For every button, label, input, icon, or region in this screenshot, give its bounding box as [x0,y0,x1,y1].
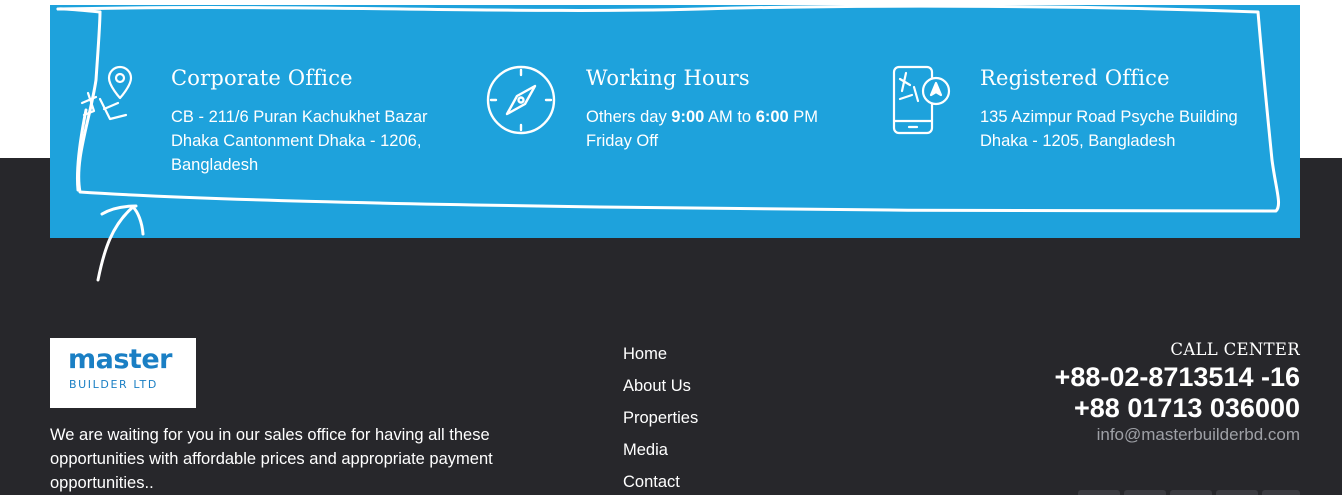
social-button[interactable] [1216,490,1258,495]
logo-wordmark: master [68,344,172,375]
hours-suffix: PM [788,108,819,126]
phone-map-icon [892,65,951,135]
hours-mid: AM to [704,108,756,126]
social-button[interactable] [1170,490,1212,495]
footer-link-properties[interactable]: Properties [623,409,698,427]
footer-link-home[interactable]: Home [623,345,667,363]
working-hours-line: Others day 9:00 AM to 6:00 PM [586,105,818,129]
call-center-phone-1[interactable]: +88-02-8713514 -16 [1055,362,1300,393]
registered-address-line-2: Dhaka - 1205, Bangladesh [980,132,1176,150]
working-hours-title: Working Hours [586,66,750,90]
info-band: Corporate Office CB - 211/6 Puran Kachuk… [50,5,1300,238]
call-center: CALL CENTER +88-02-8713514 -16 +88 01713… [1055,338,1300,447]
footer-nav-item-about: About Us [623,374,698,406]
footer-link-about[interactable]: About Us [623,377,691,395]
corporate-address-line-2: Dhaka Cantonment Dhaka - 1206, [171,132,422,150]
corporate-office-title: Corporate Office [171,66,353,90]
social-button[interactable] [1078,490,1120,495]
company-logo[interactable]: master BUILDER LTD [50,338,196,408]
call-center-email[interactable]: info@masterbuilderbd.com [1055,423,1300,447]
footer-nav-item-properties: Properties [623,406,698,438]
call-center-label: CALL CENTER [1170,340,1300,359]
call-center-phone-2[interactable]: +88 01713 036000 [1055,393,1300,424]
corporate-address-line-1: CB - 211/6 Puran Kachukhet Bazar [171,108,428,126]
footer-nav: Home About Us Properties Media Contact [623,342,698,495]
hours-open-time: 9:00 [671,108,705,126]
registered-address-line-1: 135 Azimpur Road Psyche Building [980,108,1238,126]
map-location-icon [80,65,133,121]
registered-office-title: Registered Office [980,66,1170,90]
working-hours-off-day: Friday Off [586,132,659,150]
footer-link-contact[interactable]: Contact [623,473,680,491]
hours-prefix: Others day [586,108,672,126]
footer-link-media[interactable]: Media [623,441,668,459]
corporate-address-line-3: Bangladesh [171,156,259,174]
hours-close-time: 6:00 [755,108,789,126]
footer-nav-item-home: Home [623,342,698,374]
social-button[interactable] [1262,490,1300,495]
footer-nav-item-contact: Contact [623,470,698,495]
logo-subtitle: BUILDER LTD [69,378,158,391]
compass-icon [486,65,556,135]
social-button[interactable] [1124,490,1166,495]
footer-nav-item-media: Media [623,438,698,470]
footer-about-text: We are waiting for you in our sales offi… [50,426,493,492]
